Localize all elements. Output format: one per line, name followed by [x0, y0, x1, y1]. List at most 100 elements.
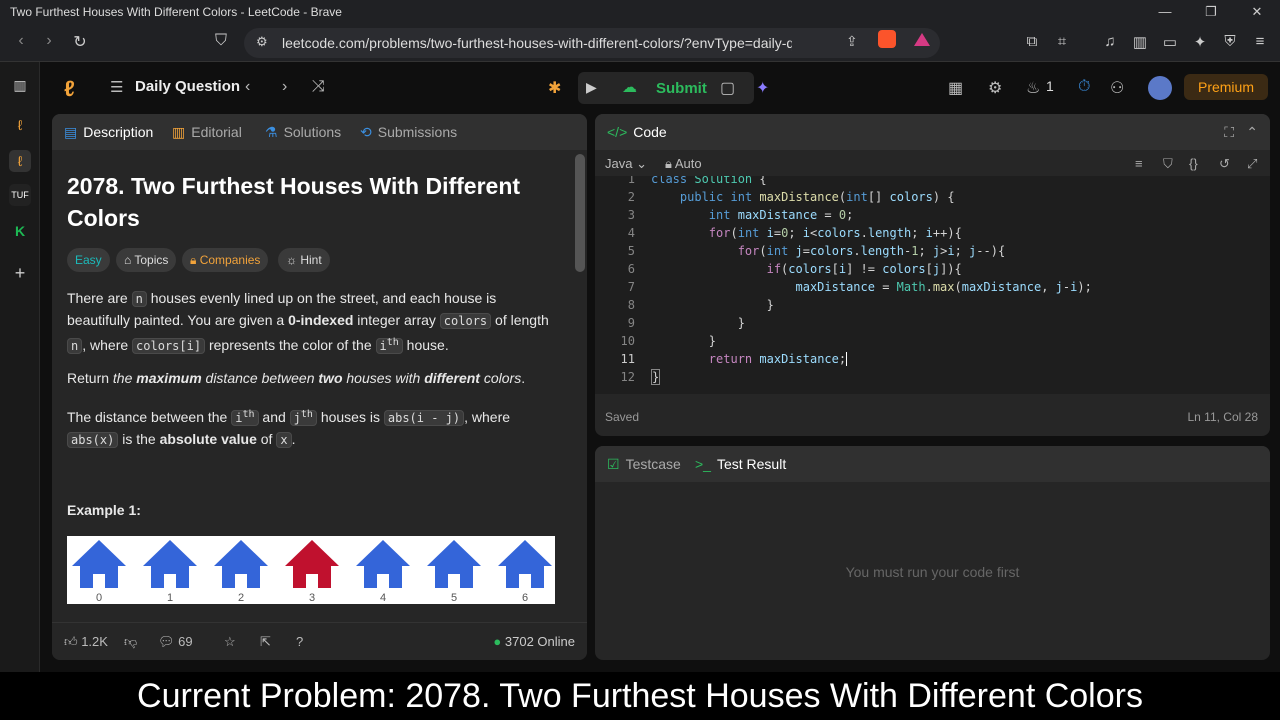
bookmark-code-icon[interactable]: ⛉ — [1163, 156, 1173, 172]
language-label: Java — [605, 156, 633, 171]
share-icon[interactable]: ⇪ — [846, 33, 858, 50]
code-editor[interactable]: 1 class Solution { 2 public int maxDista… — [595, 176, 1270, 394]
code-line: } — [651, 298, 774, 312]
leetcode-active-tab-icon[interactable]: ℓ — [9, 150, 31, 172]
reset-icon[interactable]: ↺ — [1219, 156, 1230, 172]
add-friend-icon[interactable]: ⚇ — [1110, 78, 1124, 98]
random-problem-icon[interactable]: ⤨ — [312, 78, 325, 96]
braces-icon[interactable]: {} — [1189, 156, 1198, 171]
tab-test-result-label: Test Result — [716, 456, 787, 472]
code-line: maxDistance = Math.max(maxDistance, j-i)… — [795, 280, 1092, 294]
leetcode-tab-icon[interactable]: ℓ — [9, 114, 31, 136]
address-bar[interactable]: ⚙ leetcode.com/problems/two-furthest-hou… — [244, 28, 940, 58]
add-tab-icon[interactable]: + — [9, 262, 31, 284]
minimize-button[interactable]: — — [1142, 0, 1188, 24]
menu-icon[interactable]: ≡ — [1250, 33, 1270, 50]
tab-testcase[interactable]: ☑ Testcase — [607, 456, 681, 473]
tab-code[interactable]: </> Code — [607, 124, 667, 140]
premium-button[interactable]: Premium — [1183, 74, 1268, 100]
comments-button[interactable]: 💬︎ 69 — [158, 634, 193, 650]
ai-assist-icon[interactable]: ✦ — [756, 78, 769, 98]
language-select[interactable]: Java ⌄ — [605, 156, 647, 172]
code-line: int maxDistance = 0; — [708, 208, 854, 222]
layout-icon[interactable]: ▦ — [948, 78, 963, 98]
line-number: 11 — [620, 352, 635, 366]
media-icon[interactable]: ♫ — [1100, 33, 1120, 50]
vpn-icon[interactable]: ⛨ — [1220, 33, 1240, 50]
description-icon: ▤ — [64, 124, 78, 140]
tab-editorial[interactable]: ▥ Editorial — [172, 124, 242, 141]
leetcode-logo-icon[interactable]: ℓ — [64, 76, 75, 102]
help-icon[interactable]: ? — [296, 634, 303, 649]
star-icon[interactable]: ☆ — [224, 634, 236, 650]
code-line: return maxDistance; — [708, 352, 848, 366]
sidebar-toggle-icon[interactable]: ▥ — [9, 74, 31, 96]
description-scrollbar[interactable] — [575, 154, 585, 272]
example-title: Example 1: — [67, 502, 141, 518]
tab-description[interactable]: ▤ Description — [64, 124, 153, 141]
browser-sidebar: ▥ ℓ ℓ TUF K + — [0, 62, 40, 672]
wallet-icon[interactable]: ▭ — [1160, 33, 1180, 51]
code-line: for(int i=0; i<colors.length; i++){ — [708, 226, 962, 240]
close-window-button[interactable]: ✕ — [1234, 0, 1280, 24]
house-label: 5 — [450, 592, 458, 604]
collapse-icon[interactable]: ⌃ — [1246, 124, 1258, 141]
house-label: 2 — [237, 592, 245, 604]
tuf-tab-icon[interactable]: TUF — [9, 184, 31, 206]
autocomplete-toggle[interactable]: 🔒︎ Auto — [665, 156, 702, 172]
hint-chip[interactable]: ☼ Hint — [278, 248, 330, 272]
house-0: 0 — [69, 540, 129, 604]
checkbox-icon: ☑ — [607, 456, 620, 472]
restore-button[interactable]: ❐ — [1188, 0, 1234, 24]
problem-task: Return the maximum distance between two … — [67, 370, 526, 386]
tab-submissions[interactable]: ⟲ Submissions — [360, 124, 457, 141]
window-title-bar: Two Furthest Houses With Different Color… — [0, 0, 1280, 24]
tab-solutions[interactable]: ⚗ Solutions — [265, 124, 341, 141]
format-icon[interactable]: ≡ — [1135, 156, 1143, 171]
screenshot-icon[interactable]: ⌗ — [1052, 33, 1072, 50]
share-problem-icon[interactable]: ⇱ — [260, 634, 271, 650]
debug-icon[interactable]: ✱ — [548, 78, 561, 98]
submit-button[interactable]: Submit — [656, 80, 707, 97]
reload-icon[interactable]: ↻ — [69, 32, 91, 52]
tab-submissions-label: Submissions — [377, 124, 458, 140]
tab-test-result[interactable]: >_ Test Result — [695, 456, 786, 472]
avatar[interactable] — [1148, 76, 1172, 100]
extensions-icon[interactable]: ⧉ — [1022, 33, 1042, 50]
dislike-icon[interactable]: 👎︎ — [124, 634, 137, 650]
like-button[interactable]: 👍︎ 1.2K — [64, 634, 108, 650]
k-tab-icon[interactable]: K — [9, 220, 31, 242]
line-number: 3 — [627, 208, 635, 222]
forward-icon[interactable]: › — [38, 32, 60, 50]
companies-chip[interactable]: 🔒︎ Companies — [182, 248, 269, 272]
sidebar-icon[interactable]: ▥ — [1130, 33, 1150, 51]
timer-icon[interactable]: ⏱ — [1078, 78, 1090, 96]
code-line: class Solution { — [651, 176, 767, 186]
run-icon[interactable]: ▶ — [586, 79, 597, 96]
code-line: } — [651, 316, 745, 330]
url-text[interactable]: leetcode.com/problems/two-furthest-house… — [282, 35, 792, 51]
video-caption: Current Problem: 2078. Two Furthest Hous… — [0, 672, 1280, 720]
daily-question-link[interactable]: Daily Question — [135, 78, 240, 95]
brave-shields-icon[interactable] — [878, 30, 896, 48]
notes-icon[interactable]: ▢ — [720, 78, 735, 98]
brave-rewards-icon[interactable] — [914, 33, 930, 46]
comment-count: 69 — [178, 634, 193, 649]
problem-list-icon[interactable]: ☰ — [110, 78, 123, 96]
leo-ai-icon[interactable]: ✦ — [1190, 33, 1210, 51]
fullscreen-icon[interactable]: ⤢ — [1247, 156, 1257, 172]
difficulty-badge[interactable]: Easy — [67, 248, 110, 272]
topics-chip[interactable]: ⌂ Topics — [116, 248, 177, 272]
back-icon[interactable]: ‹ — [10, 32, 32, 50]
bookmark-icon[interactable]: ⛉ — [210, 32, 232, 50]
streak-icon[interactable]: ♨ — [1026, 78, 1040, 98]
next-problem-icon[interactable]: › — [282, 78, 287, 96]
site-settings-icon[interactable]: ⚙ — [256, 34, 268, 50]
leetcode-app: ℓ ☰ Daily Question ‹ › ⤨ ✱ ▶ ☁ Submit ▢ … — [40, 62, 1280, 672]
settings-icon[interactable]: ⚙ — [988, 78, 1002, 98]
maximize-icon[interactable]: ⛶ — [1224, 124, 1234, 141]
code-panel-header: </> Code ⛶ ⌃ — [595, 114, 1270, 150]
prev-problem-icon[interactable]: ‹ — [245, 78, 250, 96]
topics-chip-label: Topics — [134, 253, 169, 267]
house-label: 0 — [95, 592, 103, 604]
